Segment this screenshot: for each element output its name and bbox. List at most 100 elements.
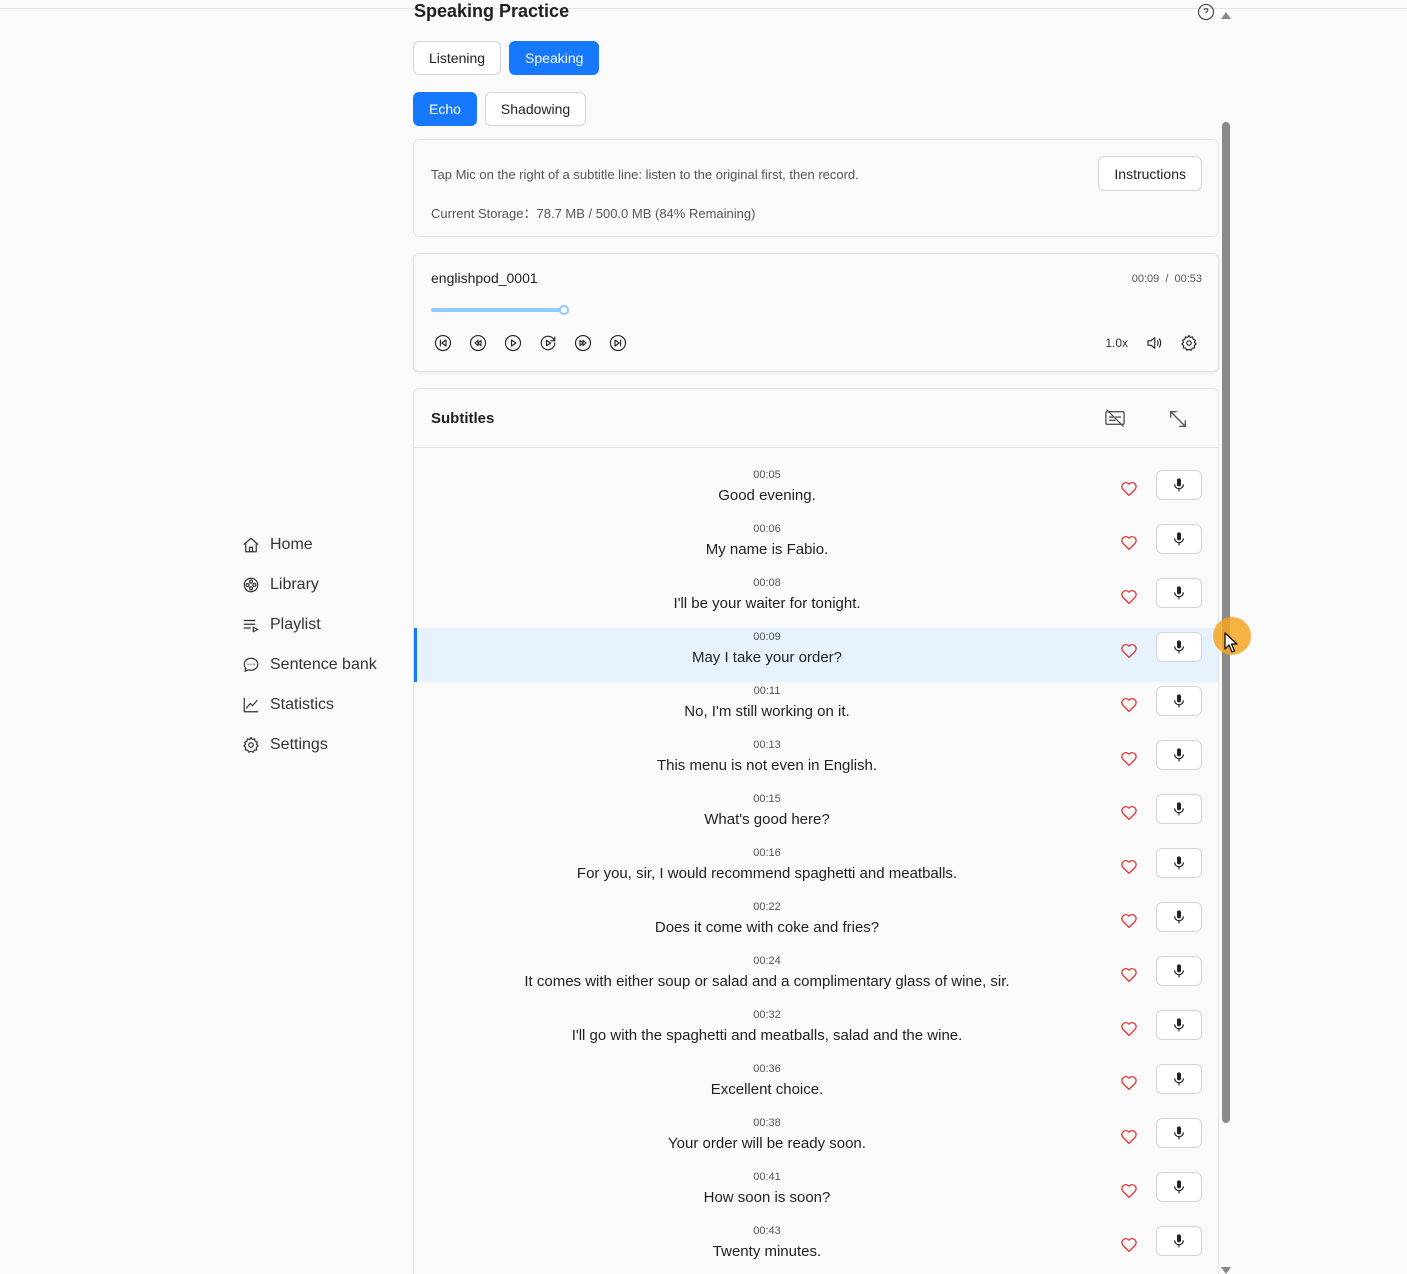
- sidebar-item-statistics[interactable]: Statistics: [240, 685, 410, 725]
- settings-gear-icon[interactable]: [1180, 334, 1198, 352]
- subtitle-text: May I take your order?: [691, 649, 843, 666]
- tab-listening[interactable]: Listening: [413, 41, 502, 75]
- record-mic-button[interactable]: [1156, 1172, 1202, 1202]
- subtitle-row[interactable]: 00:16 For you, sir, I would recommend spa…: [414, 844, 1218, 898]
- subtitle-text: I'll go with the spaghetti and meatballs…: [571, 1027, 963, 1044]
- sidebar-item-playlist[interactable]: Playlist: [240, 605, 410, 645]
- subtitles-header: Subtitles: [414, 389, 1218, 448]
- microphone-icon: [1171, 477, 1187, 493]
- heart-icon[interactable]: [1120, 1074, 1138, 1092]
- record-mic-button[interactable]: [1156, 686, 1202, 716]
- subtitle-text: What's good here?: [704, 811, 830, 828]
- sidebar-item-label: Library: [270, 576, 319, 593]
- subtitle-time: 00:13: [753, 739, 781, 751]
- record-mic-button[interactable]: [1156, 1010, 1202, 1040]
- record-mic-button[interactable]: [1156, 578, 1202, 608]
- record-mic-button[interactable]: [1156, 632, 1202, 662]
- subtitle-time: 00:22: [753, 901, 781, 913]
- subtitle-row[interactable]: 00:36 Excellent choice.: [414, 1060, 1218, 1114]
- scroll-up-arrow[interactable]: [1221, 12, 1231, 19]
- microphone-icon: [1171, 909, 1187, 925]
- record-mic-button[interactable]: [1156, 470, 1202, 500]
- subtitle-row[interactable]: 00:24 It comes with either soup or salad …: [414, 952, 1218, 1006]
- heart-icon[interactable]: [1120, 966, 1138, 984]
- subtitle-text: Twenty minutes.: [712, 1243, 822, 1260]
- subtitle-row[interactable]: 00:11 No, I'm still working on it.: [414, 682, 1218, 736]
- heart-icon[interactable]: [1120, 1128, 1138, 1146]
- skip-to-end-icon[interactable]: [609, 334, 627, 352]
- help-icon[interactable]: [1197, 3, 1215, 21]
- subtitle-row[interactable]: 00:15 What's good here?: [414, 790, 1218, 844]
- progress-fill: [431, 308, 565, 312]
- record-mic-button[interactable]: [1156, 524, 1202, 554]
- subtitle-row[interactable]: 00:43 Twenty minutes.: [414, 1222, 1218, 1274]
- tab-speaking[interactable]: Speaking: [509, 41, 600, 75]
- tab-echo[interactable]: Echo: [413, 92, 477, 126]
- sidebar-item-sentence-bank[interactable]: Sentence bank: [240, 645, 410, 685]
- heart-icon[interactable]: [1120, 642, 1138, 660]
- hide-subtitles-icon[interactable]: [1104, 408, 1126, 428]
- record-mic-button[interactable]: [1156, 956, 1202, 986]
- subtitle-time: 00:24: [753, 955, 781, 967]
- heart-icon[interactable]: [1120, 1020, 1138, 1038]
- microphone-icon: [1171, 1071, 1187, 1087]
- play-icon[interactable]: [504, 334, 522, 352]
- subtitle-row[interactable]: 00:41 How soon is soon?: [414, 1168, 1218, 1222]
- replay-icon[interactable]: [539, 334, 557, 352]
- subtitle-row[interactable]: 00:22 Does it come with coke and fries?: [414, 898, 1218, 952]
- page-title: Speaking Practice: [414, 1, 570, 21]
- heart-icon[interactable]: [1120, 696, 1138, 714]
- mouse-cursor-icon: [1224, 632, 1238, 653]
- subtitle-time: 00:09: [753, 631, 781, 643]
- heart-icon[interactable]: [1120, 804, 1138, 822]
- audio-player: englishpod_0001 00:09 / 00:53 1.0x: [413, 253, 1219, 372]
- rewind-icon[interactable]: [469, 334, 487, 352]
- speed-button[interactable]: 1.0x: [1105, 336, 1128, 350]
- heart-icon[interactable]: [1120, 858, 1138, 876]
- record-mic-button[interactable]: [1156, 1064, 1202, 1094]
- heart-icon[interactable]: [1120, 1182, 1138, 1200]
- progress-bar[interactable]: [431, 305, 569, 315]
- instructions-button[interactable]: Instructions: [1098, 156, 1202, 191]
- subtitle-row[interactable]: 00:13 This menu is not even in English.: [414, 736, 1218, 790]
- sidebar-item-home[interactable]: Home: [240, 525, 410, 565]
- scroll-down-arrow[interactable]: [1221, 1267, 1231, 1274]
- fast-forward-icon[interactable]: [574, 334, 592, 352]
- record-mic-button[interactable]: [1156, 902, 1202, 932]
- subtitle-row[interactable]: 00:09 May I take your order?: [414, 628, 1218, 682]
- record-mic-button[interactable]: [1156, 848, 1202, 878]
- subtitle-text: Excellent choice.: [710, 1081, 824, 1098]
- subtitle-row[interactable]: 00:38 Your order will be ready soon.: [414, 1114, 1218, 1168]
- record-mic-button[interactable]: [1156, 740, 1202, 770]
- expand-icon[interactable]: [1167, 408, 1189, 430]
- subtitle-text: It comes with either soup or salad and a…: [524, 973, 1010, 990]
- subtitle-row[interactable]: 00:32 I'll go with the spaghetti and meat…: [414, 1006, 1218, 1060]
- volume-icon[interactable]: [1145, 334, 1163, 352]
- tab-shadowing[interactable]: Shadowing: [484, 92, 587, 126]
- subtitle-time: 00:11: [753, 685, 781, 697]
- subtitle-time: 00:15: [753, 793, 781, 805]
- record-mic-button[interactable]: [1156, 794, 1202, 824]
- heart-icon[interactable]: [1120, 1236, 1138, 1254]
- heart-icon[interactable]: [1120, 912, 1138, 930]
- subtitle-row[interactable]: 00:05 Good evening.: [414, 466, 1218, 520]
- record-mic-button[interactable]: [1156, 1118, 1202, 1148]
- practice-tabs: Echo Shadowing: [413, 92, 587, 126]
- heart-icon[interactable]: [1120, 588, 1138, 606]
- sidebar-item-label: Home: [270, 536, 313, 553]
- progress-knob[interactable]: [559, 305, 569, 315]
- sidebar-item-library[interactable]: Library: [240, 565, 410, 605]
- subtitle-row[interactable]: 00:08 I'll be your waiter for tonight.: [414, 574, 1218, 628]
- subtitle-text: Does it come with coke and fries?: [654, 919, 880, 936]
- heart-icon[interactable]: [1120, 480, 1138, 498]
- record-mic-button[interactable]: [1156, 1226, 1202, 1256]
- subtitle-text: No, I'm still working on it.: [684, 703, 850, 720]
- heart-icon[interactable]: [1120, 534, 1138, 552]
- skip-to-start-icon[interactable]: [434, 334, 452, 352]
- heart-icon[interactable]: [1120, 750, 1138, 768]
- subtitle-row[interactable]: 00:06 My name is Fabio.: [414, 520, 1218, 574]
- subtitle-text: For you, sir, I would recommend spaghett…: [576, 865, 958, 882]
- film-reel-icon: [240, 574, 262, 596]
- subtitle-time: 00:32: [753, 1009, 781, 1021]
- sidebar-item-settings[interactable]: Settings: [240, 725, 410, 765]
